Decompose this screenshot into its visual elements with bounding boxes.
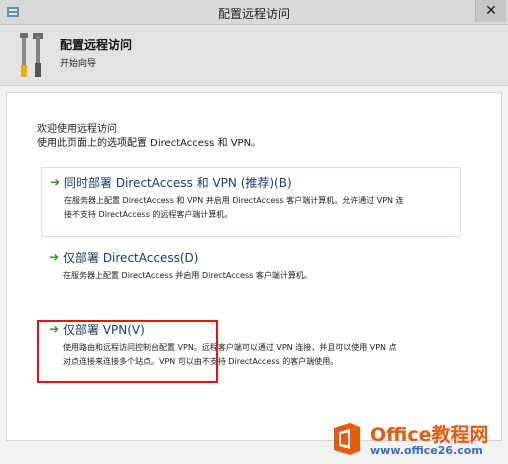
intro-line-1: 欢迎使用远程访问 bbox=[37, 124, 117, 135]
office-logo-icon bbox=[334, 423, 360, 455]
window-title: 配置远程访问 bbox=[217, 7, 290, 21]
red-highlight-box bbox=[37, 320, 218, 383]
close-button[interactable]: ✕ bbox=[475, 0, 506, 22]
close-icon: ✕ bbox=[485, 3, 497, 19]
option-description-line-2: 接不支持 DirectAccess 的远程客户端计算机。 bbox=[64, 210, 233, 219]
option-deploy-directaccess[interactable]: ➔ 仅部署 DirectAccess(D) 在服务器上配置 DirectAcce… bbox=[41, 243, 459, 289]
arrow-icon: ➔ bbox=[50, 175, 61, 189]
watermark: Office教程网 www.office26.com bbox=[330, 418, 498, 460]
option-title: 仅部署 DirectAccess(D) bbox=[63, 251, 199, 265]
arrow-icon: ➔ bbox=[49, 250, 60, 264]
option-deploy-both[interactable]: ➔ 同时部署 DirectAccess 和 VPN (推荐)(B) 在服务器上配… bbox=[41, 167, 461, 237]
option-description-line-1: 在服务器上配置 DirectAccess 和 VPN 并启用 DirectAcc… bbox=[64, 196, 404, 205]
option-description: 在服务器上配置 DirectAccess 并启用 DirectAccess 客户… bbox=[63, 269, 455, 283]
intro-line-2: 使用此页面上的选项配置 DirectAccess 和 VPN。 bbox=[37, 138, 262, 149]
header-title: 配置远程访问 bbox=[60, 38, 133, 52]
watermark-site: www.office26.com bbox=[370, 444, 483, 457]
tools-icon bbox=[20, 33, 43, 77]
option-description: 在服务器上配置 DirectAccess 和 VPN 并启用 DirectAcc… bbox=[64, 194, 456, 222]
configure-remote-access-window: 配置远程访问 ✕ 配置远程访问 开始向导 欢迎使用远程访问 使用此页面上的选项配… bbox=[0, 0, 508, 464]
wizard-content: 欢迎使用远程访问 使用此页面上的选项配置 DirectAccess 和 VPN。… bbox=[6, 92, 502, 441]
watermark-title: Office教程网 bbox=[370, 424, 489, 446]
wizard-header: 配置远程访问 开始向导 bbox=[0, 25, 508, 86]
option-description-line-1: 在服务器上配置 DirectAccess 并启用 DirectAccess 客户… bbox=[63, 271, 312, 280]
header-subtitle: 开始向导 bbox=[60, 59, 97, 69]
option-title: 同时部署 DirectAccess 和 VPN (推荐)(B) bbox=[64, 176, 292, 190]
title-bar: 配置远程访问 ✕ bbox=[0, 0, 508, 25]
intro-text: 欢迎使用远程访问 使用此页面上的选项配置 DirectAccess 和 VPN。 bbox=[37, 123, 261, 151]
